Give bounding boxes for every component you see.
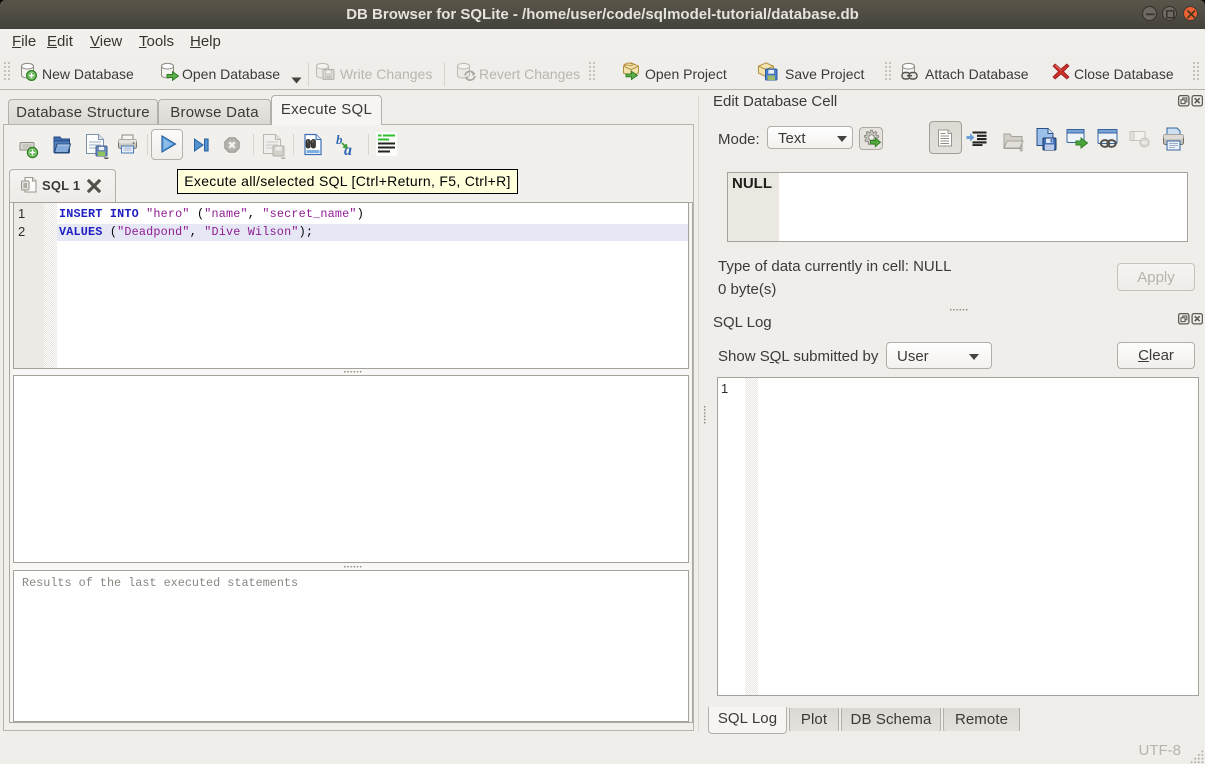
svg-text:b: b	[336, 134, 343, 147]
svg-text:a: a	[344, 142, 352, 156]
